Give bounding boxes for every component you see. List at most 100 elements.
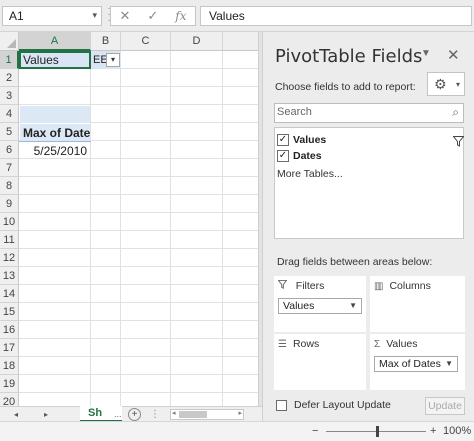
filter-icon[interactable] — [452, 136, 465, 150]
row-header[interactable]: 20 — [0, 393, 19, 406]
worksheet-grid[interactable]: A B C D 1 2 3 4 5 6 7 8 9 10 11 12 13 14… — [0, 32, 262, 406]
row-header[interactable]: 13 — [0, 267, 19, 285]
field-item-dates[interactable]: ✓ Dates — [277, 149, 463, 163]
field-label[interactable]: Values — [293, 133, 326, 147]
gridline — [19, 248, 262, 249]
chevron-down-icon[interactable]: ▼ — [445, 357, 453, 371]
chevron-down-icon[interactable]: ▼ — [421, 48, 431, 59]
row-header[interactable]: 6 — [0, 141, 19, 159]
update-button[interactable]: Update — [425, 397, 465, 415]
column-header-d[interactable]: D — [171, 32, 223, 51]
row-header[interactable]: 14 — [0, 285, 19, 303]
row-header[interactable]: 11 — [0, 231, 19, 249]
column-header-a[interactable]: A — [19, 32, 91, 51]
chevron-down-icon: ▾ — [455, 80, 460, 89]
row-header[interactable]: 8 — [0, 177, 19, 195]
zoom-in-button[interactable]: + — [430, 425, 436, 437]
rows-area[interactable]: ☰ Rows — [274, 334, 366, 390]
columns-icon: ▥ — [374, 281, 384, 292]
values-area-header: Σ Values — [374, 338, 418, 350]
row-header[interactable]: 17 — [0, 339, 19, 357]
row-header[interactable]: 3 — [0, 87, 19, 105]
gridline — [19, 176, 262, 177]
drag-fields-label: Drag fields between areas below: — [277, 256, 433, 268]
name-box[interactable]: A1 ▾ — [2, 6, 102, 26]
gridline — [19, 320, 262, 321]
gridline — [19, 266, 262, 267]
filters-field-pill[interactable]: Values ▼ — [278, 298, 362, 314]
row-header[interactable]: 2 — [0, 69, 19, 87]
scroll-right-icon[interactable]: ▸ — [238, 409, 242, 417]
scroll-thumb[interactable] — [179, 411, 207, 418]
field-checkbox[interactable]: ✓ — [277, 134, 289, 146]
zoom-out-button[interactable]: − — [312, 425, 318, 437]
next-sheet-icon[interactable]: ▸ — [38, 407, 54, 422]
values-field-label: Max of Dates — [379, 358, 441, 370]
more-sheets-icon[interactable]: ... — [114, 407, 122, 422]
zoom-slider-thumb[interactable] — [376, 426, 379, 437]
formula-input[interactable]: Values — [200, 6, 472, 26]
enter-icon[interactable]: ✓ — [147, 8, 158, 24]
prev-sheet-icon[interactable]: ◂ — [8, 407, 24, 422]
gridline — [19, 212, 262, 213]
row-header[interactable]: 15 — [0, 303, 19, 321]
gridline — [19, 302, 262, 303]
cell-a4[interactable]: Max of Dates — [20, 124, 90, 142]
row-header[interactable]: 7 — [0, 159, 19, 177]
row-header[interactable]: 9 — [0, 195, 19, 213]
values-area[interactable]: Σ Values Max of Dates ▼ — [370, 334, 465, 390]
field-label[interactable]: Dates — [293, 149, 322, 163]
close-icon[interactable]: ✕ — [447, 46, 460, 64]
column-header-c[interactable]: C — [121, 32, 171, 51]
cell-a5[interactable]: 5/25/2010 — [20, 142, 90, 160]
formula-bar: A1 ▾ · · · ✕ ✓ fx Values — [0, 0, 474, 32]
row-header[interactable]: 19 — [0, 375, 19, 393]
cell-a1[interactable]: Values — [19, 51, 91, 69]
column-header-e[interactable] — [223, 32, 262, 51]
columns-area-header: ▥ Columns — [374, 280, 431, 292]
row-header[interactable]: 18 — [0, 357, 19, 375]
gridline — [19, 356, 262, 357]
row-header[interactable]: 1 — [0, 51, 19, 69]
select-all-corner[interactable] — [0, 32, 19, 51]
choose-fields-label: Choose fields to add to report: — [275, 81, 416, 93]
rows-icon: ☰ — [278, 339, 287, 350]
filters-area[interactable]: Filters Values ▼ — [274, 276, 366, 332]
cell-a3[interactable] — [20, 106, 90, 123]
row-header[interactable]: 4 — [0, 105, 19, 123]
column-header-b[interactable]: B — [91, 32, 121, 51]
field-checkbox[interactable]: ✓ — [277, 150, 289, 162]
field-search-input[interactable]: Search ⌕ — [274, 103, 464, 123]
filter-dropdown-icon[interactable]: ▾ — [106, 53, 120, 67]
horizontal-scrollbar[interactable]: ◂ ▸ — [170, 409, 244, 420]
insert-function-icon[interactable]: fx — [175, 9, 186, 23]
settings-button[interactable]: ⚙ ▾ — [427, 72, 465, 96]
columns-area[interactable]: ▥ Columns — [370, 276, 465, 332]
filters-area-header: Filters — [277, 279, 324, 292]
gridline — [19, 284, 262, 285]
gridline — [19, 338, 262, 339]
tab-splitter-icon[interactable]: ⋮ — [150, 408, 160, 421]
gridline — [19, 194, 262, 195]
scroll-left-icon[interactable]: ◂ — [172, 409, 176, 417]
row-header[interactable]: 12 — [0, 249, 19, 267]
status-bar: − + 100% — [0, 421, 474, 441]
zoom-level[interactable]: 100% — [443, 425, 471, 437]
name-box-value: A1 — [9, 9, 24, 23]
filters-field-label: Values — [283, 300, 315, 312]
values-label: Values — [386, 338, 418, 350]
values-field-pill[interactable]: Max of Dates ▼ — [374, 356, 458, 372]
search-icon: ⌕ — [452, 105, 459, 119]
add-sheet-button[interactable]: + — [128, 408, 141, 421]
gridline — [19, 392, 262, 393]
cancel-icon[interactable]: ✕ — [119, 8, 130, 24]
row-header[interactable]: 10 — [0, 213, 19, 231]
chevron-down-icon[interactable]: ▼ — [349, 299, 357, 313]
field-item-values[interactable]: ✓ Values — [277, 133, 465, 150]
row-header[interactable]: 16 — [0, 321, 19, 339]
chevron-down-icon[interactable]: ▾ — [92, 10, 97, 21]
pivot-fields-panel: PivotTable Fields ▼ ✕ Choose fields to a… — [262, 32, 474, 421]
more-tables-link[interactable]: More Tables... — [277, 168, 343, 180]
defer-checkbox[interactable] — [276, 400, 287, 411]
row-header[interactable]: 5 — [0, 123, 19, 141]
